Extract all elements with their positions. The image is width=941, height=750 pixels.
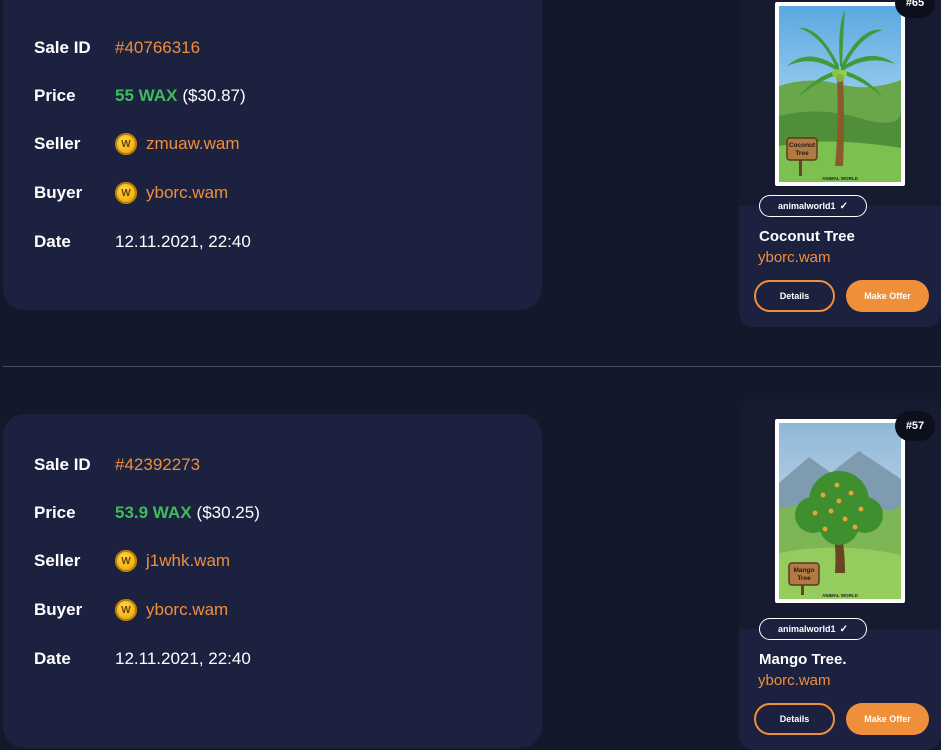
collection-name: animalworld1 bbox=[778, 201, 836, 211]
seller-label: Seller bbox=[34, 134, 81, 153]
art-sign-text: Coconut bbox=[789, 142, 816, 149]
sale-entry: Sale ID #42392273 Price 53.9 WAX ($30.25… bbox=[0, 393, 941, 750]
mint-number-badge: #65 bbox=[895, 0, 935, 18]
sale-id-link[interactable]: #40766316 bbox=[115, 38, 200, 58]
price-wax: 53.9 WAX bbox=[115, 503, 192, 522]
nft-image-area: Mango Tree ANIMAL WORLD #57 bbox=[739, 399, 941, 629]
price-label: Price bbox=[34, 86, 76, 105]
seller-link[interactable]: zmuaw.wam bbox=[146, 134, 240, 154]
sale-id-label: Sale ID bbox=[34, 455, 91, 474]
sale-id-label: Sale ID bbox=[34, 38, 91, 57]
price-row: Price 55 WAX ($30.87) bbox=[34, 84, 246, 108]
nft-image[interactable]: Mango Tree ANIMAL WORLD bbox=[775, 419, 905, 603]
art-sign-text: Mango bbox=[794, 567, 815, 574]
buyer-row: Buyer W yborc.wam bbox=[34, 181, 228, 205]
buyer-label: Buyer bbox=[34, 600, 83, 619]
price-usd: ($30.25) bbox=[196, 503, 260, 522]
price-row: Price 53.9 WAX ($30.25) bbox=[34, 501, 260, 525]
sale-id-row: Sale ID #42392273 bbox=[34, 453, 200, 477]
wax-coin-icon: W bbox=[115, 550, 137, 572]
price-label: Price bbox=[34, 503, 76, 522]
nft-image-area: Coconut Tree ANIMAL WORLD #65 bbox=[739, 0, 941, 206]
make-offer-button[interactable]: Make Offer bbox=[846, 703, 929, 735]
sale-entry: Sale ID #40766316 Price 55 WAX ($30.87) … bbox=[0, 0, 941, 327]
collection-badge[interactable]: animalworld1 ✓ bbox=[759, 195, 867, 217]
buyer-link[interactable]: yborc.wam bbox=[146, 600, 228, 620]
svg-text:Tree: Tree bbox=[797, 575, 811, 582]
mango-tree-artwork: Mango Tree ANIMAL WORLD bbox=[779, 423, 901, 599]
wax-coin-icon: W bbox=[115, 599, 137, 621]
checkmark-icon: ✓ bbox=[839, 623, 848, 635]
nft-card[interactable]: Mango Tree ANIMAL WORLD #57 animalworld1… bbox=[739, 399, 941, 750]
mint-number-badge: #57 bbox=[895, 411, 935, 441]
wax-coin-icon: W bbox=[115, 133, 137, 155]
sale-id-link[interactable]: #42392273 bbox=[115, 455, 200, 475]
date-label: Date bbox=[34, 649, 71, 668]
nft-owner-link[interactable]: yborc.wam bbox=[758, 249, 831, 266]
art-brand-text: ANIMAL WORLD bbox=[822, 593, 858, 598]
make-offer-button[interactable]: Make Offer bbox=[846, 280, 929, 312]
art-brand-text: ANIMAL WORLD bbox=[822, 176, 858, 181]
details-button[interactable]: Details bbox=[754, 703, 835, 735]
date-row: Date 12.11.2021, 22:40 bbox=[34, 230, 251, 254]
collection-name: animalworld1 bbox=[778, 624, 836, 634]
nft-name: Coconut Tree bbox=[759, 228, 855, 245]
buyer-link[interactable]: yborc.wam bbox=[146, 183, 228, 203]
price-wax: 55 WAX bbox=[115, 86, 178, 105]
sale-info-card: Sale ID #40766316 Price 55 WAX ($30.87) … bbox=[3, 0, 542, 310]
nft-name: Mango Tree. bbox=[759, 651, 847, 668]
seller-row: Seller W zmuaw.wam bbox=[34, 132, 240, 156]
date-row: Date 12.11.2021, 22:40 bbox=[34, 647, 251, 671]
checkmark-icon: ✓ bbox=[839, 200, 848, 212]
wax-coin-icon: W bbox=[115, 182, 137, 204]
sale-divider bbox=[3, 366, 941, 367]
date-label: Date bbox=[34, 232, 71, 251]
price-usd: ($30.87) bbox=[182, 86, 246, 105]
buyer-label: Buyer bbox=[34, 183, 83, 202]
svg-text:Tree: Tree bbox=[795, 150, 809, 157]
collection-badge[interactable]: animalworld1 ✓ bbox=[759, 618, 867, 640]
seller-row: Seller W j1whk.wam bbox=[34, 549, 230, 573]
sale-id-row: Sale ID #40766316 bbox=[34, 36, 200, 60]
nft-card[interactable]: Coconut Tree ANIMAL WORLD #65 animalworl… bbox=[739, 0, 941, 327]
nft-image[interactable]: Coconut Tree ANIMAL WORLD bbox=[775, 2, 905, 186]
buyer-row: Buyer W yborc.wam bbox=[34, 598, 228, 622]
seller-label: Seller bbox=[34, 551, 81, 570]
nft-owner-link[interactable]: yborc.wam bbox=[758, 672, 831, 689]
sale-date: 12.11.2021, 22:40 bbox=[115, 232, 251, 251]
sale-info-card: Sale ID #42392273 Price 53.9 WAX ($30.25… bbox=[3, 414, 542, 748]
sale-date: 12.11.2021, 22:40 bbox=[115, 649, 251, 668]
seller-link[interactable]: j1whk.wam bbox=[146, 551, 230, 571]
coconut-tree-artwork: Coconut Tree ANIMAL WORLD bbox=[779, 6, 901, 182]
details-button[interactable]: Details bbox=[754, 280, 835, 312]
